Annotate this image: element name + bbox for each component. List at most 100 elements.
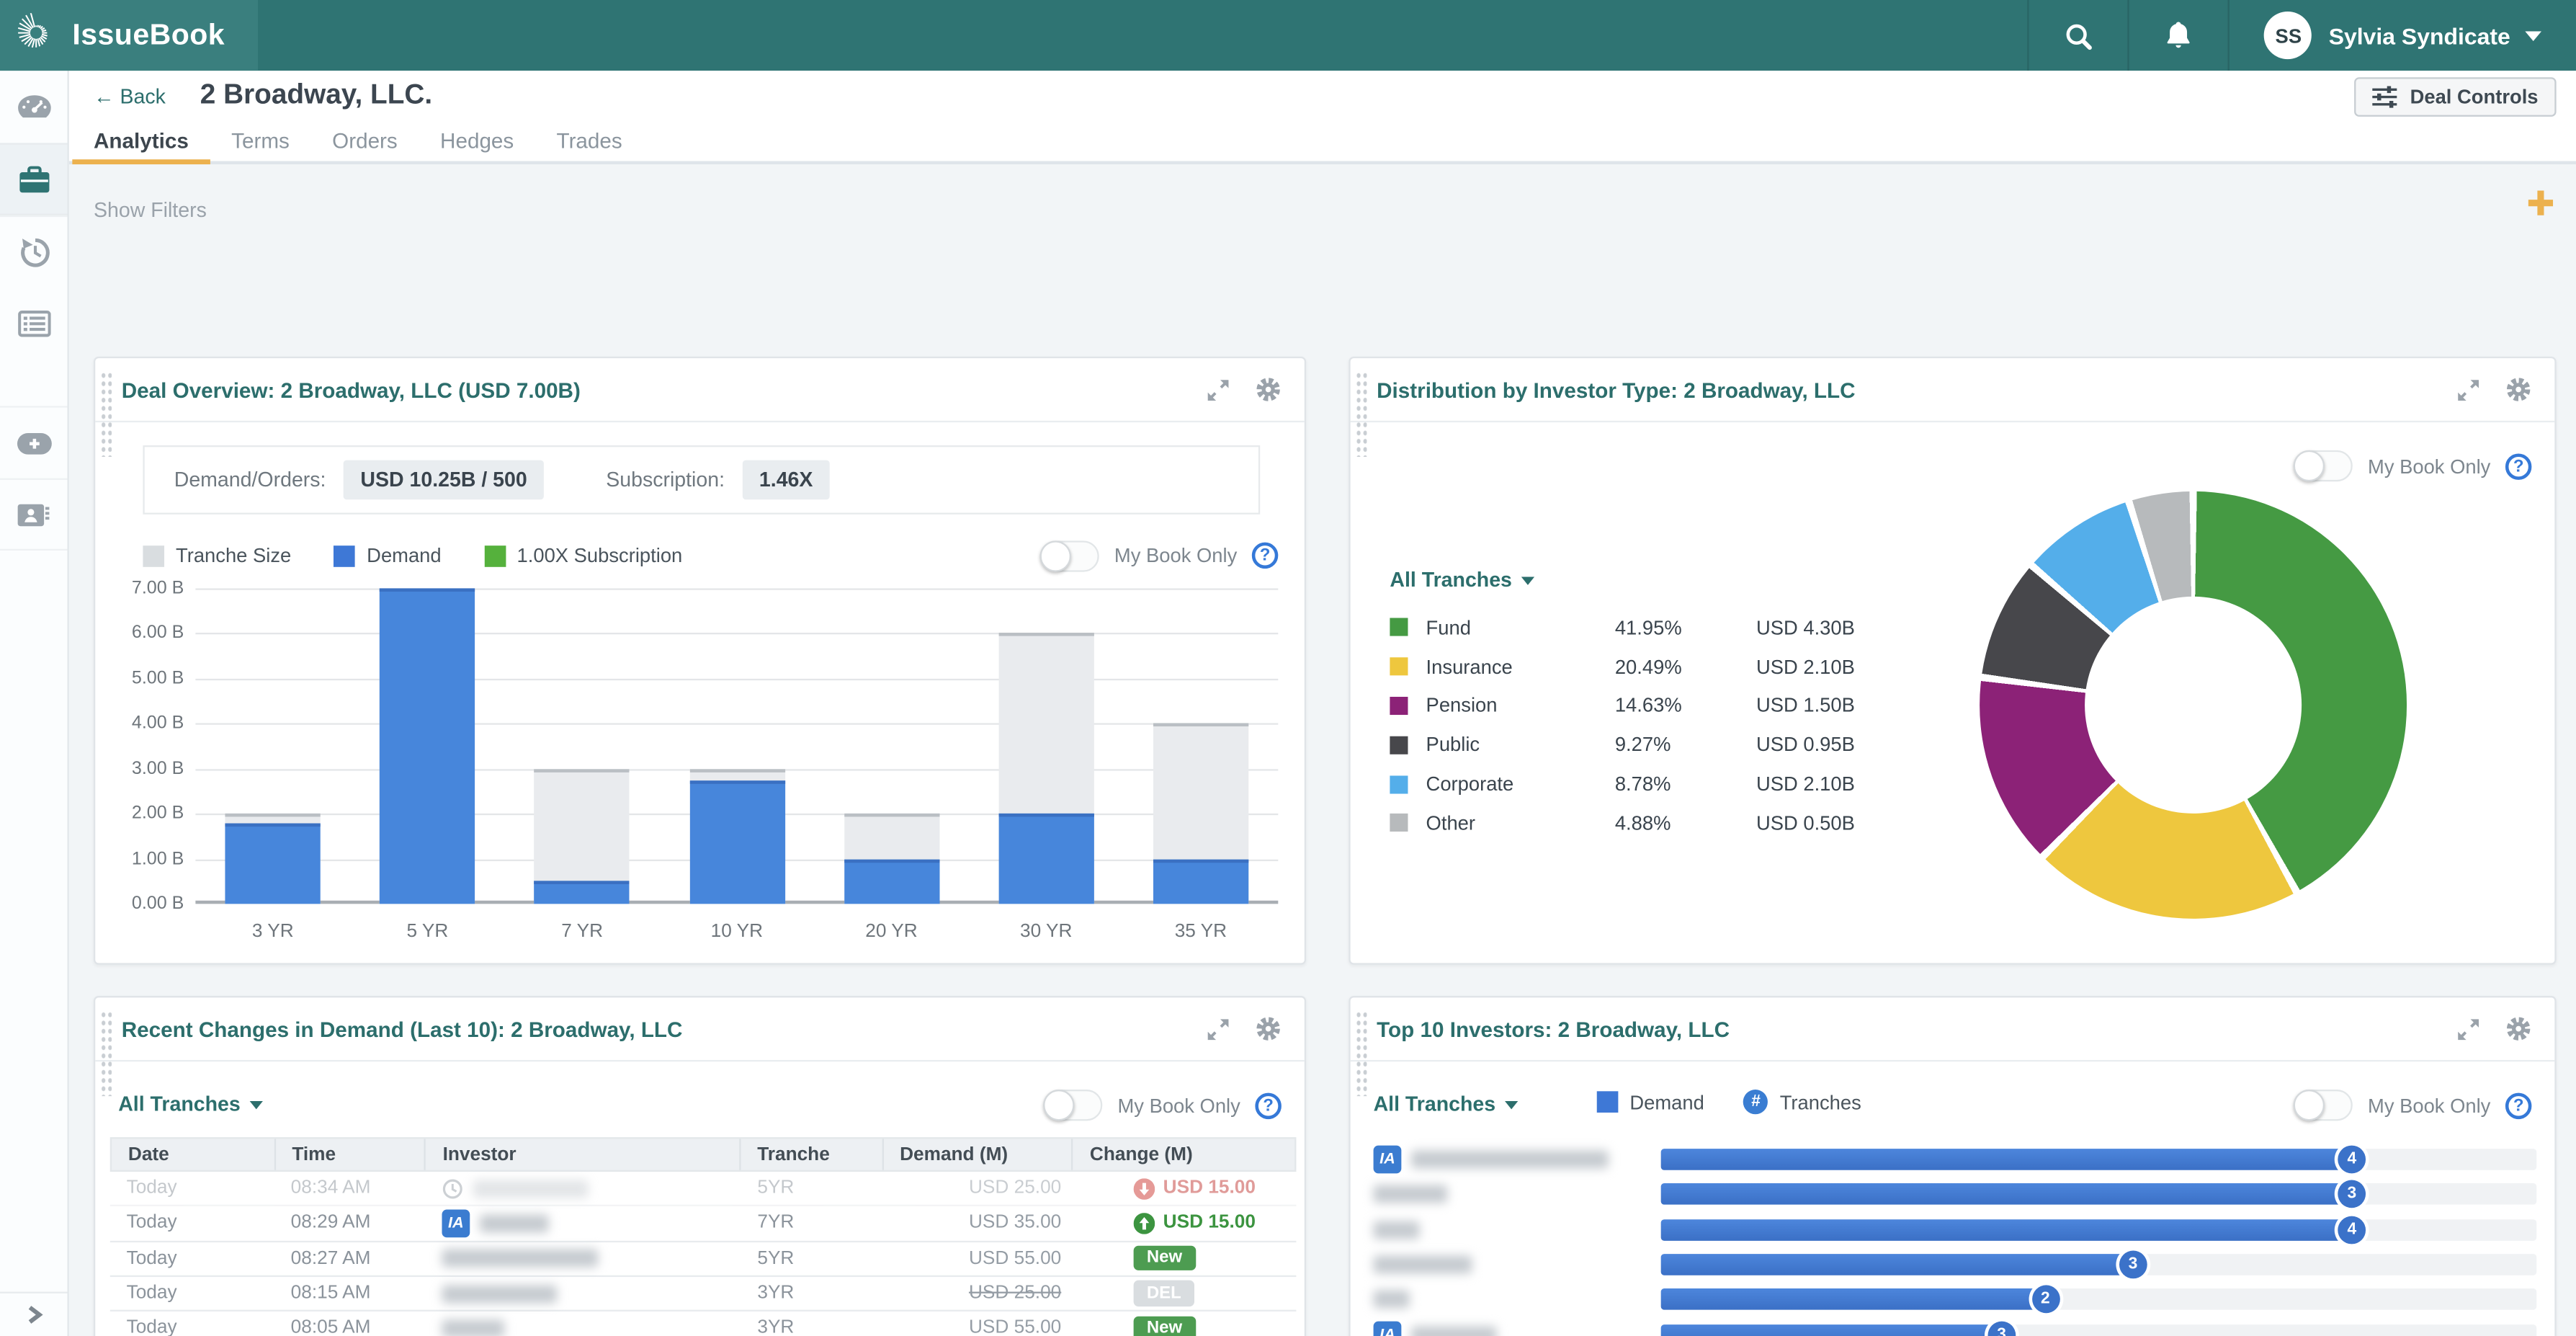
sidebar-item-history[interactable] [0,215,68,288]
tab-analytics[interactable]: Analytics [72,120,210,161]
back-link[interactable]: ← Back [94,86,166,109]
deal-controls-button[interactable]: Deal Controls [2354,77,2557,117]
legend-row[interactable]: Corporate8.78%USD 2.10B [1390,765,1882,803]
expand-icon[interactable] [1206,1017,1230,1041]
tranche-count-badge: 3 [2338,1180,2366,1208]
cell-change: DEL [1075,1281,1297,1306]
pending-clock-icon [442,1177,463,1199]
demand-bar[interactable] [844,859,939,904]
gear-icon[interactable] [1255,376,1281,402]
demand-bar[interactable] [225,823,321,904]
demand-bar-fill[interactable] [1661,1289,2047,1311]
sidebar-item-orders[interactable] [0,288,68,360]
my-book-only-label: My Book Only [1117,1094,1240,1117]
legend-row[interactable]: Fund41.95%USD 4.30B [1390,608,1882,647]
cell-demand: USD 55.00 [884,1249,1075,1268]
demand-bar-fill[interactable] [1661,1219,2353,1241]
table-row[interactable]: Today08:27 AM5YRUSD 55.00New [110,1242,1297,1277]
user-menu[interactable]: SS Sylvia Syndicate [2229,0,2576,71]
demand-bar[interactable] [998,814,1094,904]
investor-row[interactable]: 3 [1374,1177,2537,1213]
column-header[interactable]: Change (M) [1073,1139,1294,1170]
drag-handle-icon[interactable] [100,371,112,457]
notifications-button[interactable] [2128,0,2228,71]
my-book-only-toggle[interactable] [1044,1090,1103,1121]
sidebar-item-contacts[interactable] [0,478,68,551]
column-header[interactable]: Demand (M) [883,1139,1073,1170]
demand-bar[interactable] [1153,859,1248,904]
legend-row[interactable]: Insurance20.49%USD 2.10B [1390,647,1882,686]
all-tranches-dropdown[interactable]: All Tranches [1374,1093,1519,1116]
legend-swatch [1390,736,1408,754]
legend-row[interactable]: Other4.88%USD 0.50B [1390,803,1882,842]
demand-bar[interactable] [535,881,630,904]
new-badge: New [1134,1316,1196,1336]
column-header[interactable]: Date [112,1139,275,1170]
donut-chart[interactable] [1980,491,2407,919]
tab-trades[interactable]: Trades [535,120,643,161]
search-button[interactable] [2028,0,2128,71]
add-widget-button[interactable] [2527,189,2555,217]
cell-date: Today [110,1249,274,1268]
sidebar-item-deals[interactable] [0,143,68,215]
help-icon[interactable]: ? [1252,543,1278,569]
y-axis-tick: 7.00 B [132,579,184,598]
column-header[interactable]: Time [276,1139,426,1170]
tab-hedges[interactable]: Hedges [419,120,535,161]
app-logo[interactable]: IssueBook [0,0,258,71]
top-investors-card: Top 10 Investors: 2 Broadway, LLC All Tr… [1349,996,2556,1336]
drag-handle-icon[interactable] [1355,1011,1367,1097]
show-filters-link[interactable]: Show Filters [94,199,207,222]
table-row[interactable]: Today08:34 AM5YRUSD 25.00USD 15.00 [110,1172,1297,1207]
my-book-only-label: My Book Only [2368,1094,2490,1117]
sidebar-item-add[interactable] [0,406,68,478]
table-row[interactable]: Today08:05 AM3YRUSD 55.00New [110,1311,1297,1336]
investor-row[interactable]: IA3 [1374,1317,2537,1336]
distribution-legend: Fund41.95%USD 4.30BInsurance20.49%USD 2.… [1390,608,1882,843]
investor-row[interactable]: 2 [1374,1282,2537,1317]
help-icon[interactable]: ? [2505,1092,2531,1118]
tab-orders[interactable]: Orders [310,120,419,161]
demand-bar[interactable] [380,588,475,904]
gear-icon[interactable] [2505,376,2531,402]
legend-row[interactable]: Pension14.63%USD 1.50B [1390,686,1882,725]
tranche-count-badge: 4 [2338,1146,2366,1174]
table-row[interactable]: Today08:15 AM3YRUSD 25.00DEL [110,1277,1297,1312]
legend-label: Fund [1426,616,1615,639]
drag-handle-icon[interactable] [1355,371,1367,457]
my-book-only-toggle[interactable] [2294,450,2353,481]
help-icon[interactable]: ? [2505,453,2531,478]
all-tranches-dropdown[interactable]: All Tranches [1390,569,1534,592]
investor-row[interactable]: 4 [1374,1212,2537,1247]
cell-date: Today [110,1283,274,1303]
demand-bar-fill[interactable] [1661,1324,2003,1336]
all-tranches-dropdown[interactable]: All Tranches [118,1093,263,1116]
deal-overview-card: Deal Overview: 2 Broadway, LLC (USD 7.00… [94,357,1306,965]
expand-icon[interactable] [1206,377,1230,401]
table-row[interactable]: Today08:29 AMIA7YRUSD 35.00USD 15.00 [110,1207,1297,1242]
tab-terms[interactable]: Terms [210,120,310,161]
deal-chart-plot [195,588,1278,904]
cell-time: 08:15 AM [274,1283,426,1303]
demand-bar-fill[interactable] [1661,1184,2353,1206]
my-book-only-toggle[interactable] [1040,540,1099,571]
cell-investor [426,1284,741,1302]
column-header[interactable]: Tranche [741,1139,883,1170]
column-header[interactable]: Investor [426,1139,741,1170]
investor-row[interactable]: 3 [1374,1247,2537,1283]
gear-icon[interactable] [1255,1015,1281,1041]
legend-row[interactable]: Public9.27%USD 0.95B [1390,726,1882,765]
expand-icon[interactable] [2456,1017,2480,1041]
my-book-only-toggle[interactable] [2294,1090,2353,1121]
app-root: IssueBook SS Sylvia Syndicate [0,0,2576,1336]
sidebar-expand-button[interactable] [0,1292,68,1336]
sidebar-item-dashboard[interactable] [0,71,68,143]
demand-bar-fill[interactable] [1661,1254,2134,1275]
help-icon[interactable]: ? [1255,1092,1281,1118]
gear-icon[interactable] [2505,1015,2531,1041]
demand-bar[interactable] [689,780,784,904]
drag-handle-icon[interactable] [100,1011,112,1097]
demand-bar-fill[interactable] [1661,1149,2353,1170]
investor-row[interactable]: IA4 [1374,1142,2537,1177]
expand-icon[interactable] [2456,377,2480,401]
